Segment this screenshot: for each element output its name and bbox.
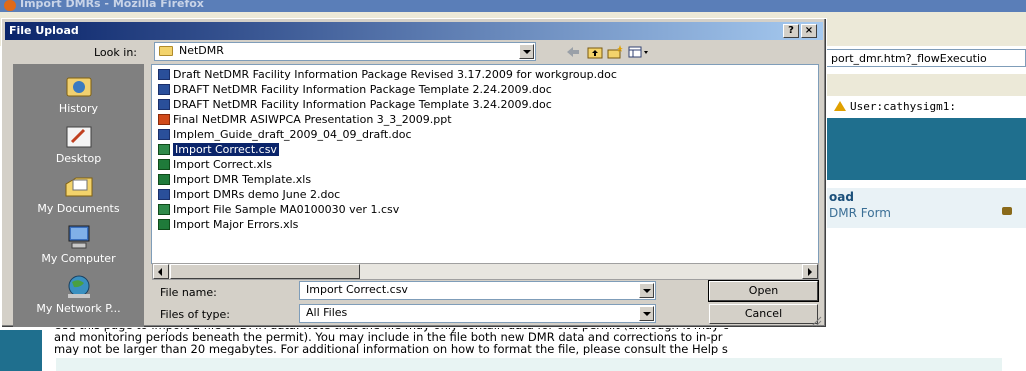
file-name: Import File Sample MA0100030 ver 1.csv <box>173 203 400 216</box>
place-label: Desktop <box>55 152 102 165</box>
history-icon <box>64 74 94 100</box>
left-nav-stripe <box>0 330 42 371</box>
help-button[interactable]: ? <box>783 24 799 38</box>
file-list-item[interactable]: Import Correct.xls <box>158 158 272 171</box>
file-list-item[interactable]: Import File Sample MA0100030 ver 1.csv <box>158 203 399 216</box>
files-of-type-value: All Files <box>306 306 348 319</box>
place-my-network[interactable]: My Network P... <box>13 272 144 320</box>
place-my-computer[interactable]: My Computer <box>13 222 144 270</box>
file-name: Implem_Guide_draft_2009_04_09_draft.doc <box>173 128 412 141</box>
word-doc-icon <box>158 84 170 95</box>
file-name-value: Import Correct.csv <box>306 283 408 296</box>
csv-file-icon <box>158 204 170 215</box>
close-button[interactable]: × <box>801 24 817 38</box>
file-name: Final NetDMR ASIWPCA Presentation 3_3_20… <box>173 113 452 126</box>
dialog-titlebar[interactable]: File Upload ? × <box>5 22 823 40</box>
user-icon <box>834 101 846 111</box>
info-panel <box>56 358 1002 371</box>
my-computer-icon <box>64 224 94 250</box>
word-doc-icon <box>158 69 170 80</box>
file-upload-dialog: File Upload ? × Look in: NetDMR History <box>1 18 827 328</box>
look-in-dropdown[interactable]: NetDMR <box>154 42 536 61</box>
upload-tab-heading: oad <box>829 190 854 204</box>
look-in-value: NetDMR <box>179 44 224 57</box>
file-name-input[interactable]: Import Correct.csv <box>299 281 656 300</box>
browser-nav-strip <box>826 74 1026 96</box>
view-menu-icon[interactable] <box>628 45 650 59</box>
place-label: My Documents <box>37 202 120 215</box>
desktop-icon <box>64 124 94 150</box>
cancel-button[interactable]: Cancel <box>709 304 818 324</box>
instructions-line: may not be larger than 20 megabytes. For… <box>54 342 728 355</box>
upload-tab-subheading: DMR Form <box>829 206 891 220</box>
place-my-documents[interactable]: My Documents <box>13 172 144 220</box>
files-of-type-label: Files of type: <box>160 308 231 321</box>
file-list-item[interactable]: Final NetDMR ASIWPCA Presentation 3_3_20… <box>158 113 452 126</box>
file-name: Import DMRs demo June 2.doc <box>173 188 341 201</box>
open-button[interactable]: Open <box>708 280 819 302</box>
word-doc-icon <box>158 99 170 110</box>
my-network-icon <box>64 274 94 300</box>
browser-titlebar: Import DMRs - Mozilla Firefox <box>0 0 1026 12</box>
place-label: My Network P... <box>36 302 121 315</box>
excel-icon <box>158 159 170 170</box>
scroll-left-icon[interactable] <box>153 264 169 279</box>
file-list-item[interactable]: DRAFT NetDMR Facility Information Packag… <box>158 98 552 111</box>
new-folder-icon[interactable] <box>607 45 623 59</box>
file-name: Import Major Errors.xls <box>173 218 299 231</box>
file-list-item[interactable]: Draft NetDMR Facility Information Packag… <box>158 68 617 81</box>
file-name-label: File name: <box>160 286 217 299</box>
place-history[interactable]: History <box>13 72 144 120</box>
help-owl-icon[interactable] <box>1002 207 1012 215</box>
file-list-item[interactable]: Implem_Guide_draft_2009_04_09_draft.doc <box>158 128 412 141</box>
file-list-item[interactable]: DRAFT NetDMR Facility Information Packag… <box>158 83 552 96</box>
place-label: My Computer <box>41 252 116 265</box>
url-text: port_dmr.htm?_flowExecutio <box>831 52 987 65</box>
dialog-title: File Upload <box>9 24 79 37</box>
word-doc-icon <box>158 129 170 140</box>
my-documents-icon <box>64 174 94 200</box>
files-of-type-dropdown[interactable]: All Files <box>299 304 656 323</box>
browser-url-bar[interactable]: port_dmr.htm?_flowExecutio <box>826 49 1026 67</box>
places-bar: History Desktop My Documents My Computer… <box>13 64 144 327</box>
user-bar: User:cathysigm1: <box>826 97 1026 117</box>
file-name: DRAFT NetDMR Facility Information Packag… <box>173 83 552 96</box>
chevron-down-icon[interactable] <box>639 306 654 321</box>
file-list-scrollbar[interactable] <box>152 263 819 280</box>
folder-icon <box>159 46 173 56</box>
look-in-label: Look in: <box>94 46 137 59</box>
file-name: Import Correct.xls <box>173 158 272 171</box>
excel-icon <box>158 219 170 230</box>
back-arrow-icon[interactable] <box>565 45 581 59</box>
powerpoint-icon <box>158 114 170 125</box>
file-name: Import Correct.csv <box>173 143 279 156</box>
chevron-down-icon[interactable] <box>639 283 654 298</box>
file-name: Draft NetDMR Facility Information Packag… <box>173 68 617 81</box>
place-label: History <box>58 102 99 115</box>
file-list-item[interactable]: Import DMR Template.xls <box>158 173 311 186</box>
up-folder-icon[interactable] <box>587 45 603 59</box>
chevron-down-icon[interactable] <box>519 44 534 59</box>
browser-window-title: Import DMRs - Mozilla Firefox <box>20 0 204 10</box>
file-name: DRAFT NetDMR Facility Information Packag… <box>173 98 552 111</box>
excel-icon <box>158 174 170 185</box>
scroll-right-icon[interactable] <box>802 264 818 279</box>
scroll-thumb[interactable] <box>170 264 360 279</box>
page-header-band <box>826 118 1026 180</box>
firefox-logo-icon <box>4 0 16 11</box>
file-list-item[interactable]: Import Major Errors.xls <box>158 218 298 231</box>
user-label: User:cathysigm1: <box>850 100 956 113</box>
file-name: Import DMR Template.xls <box>173 173 312 186</box>
file-list[interactable]: Draft NetDMR Facility Information Packag… <box>151 64 819 264</box>
file-list-item[interactable]: Import DMRs demo June 2.doc <box>158 188 340 201</box>
place-desktop[interactable]: Desktop <box>13 122 144 170</box>
word-doc-icon <box>158 189 170 200</box>
upload-tab[interactable]: oad DMR Form <box>826 188 1026 228</box>
resize-grip-icon[interactable] <box>810 315 822 327</box>
file-list-item-selected[interactable]: Import Correct.csv <box>158 143 279 156</box>
csv-file-icon <box>158 144 170 155</box>
